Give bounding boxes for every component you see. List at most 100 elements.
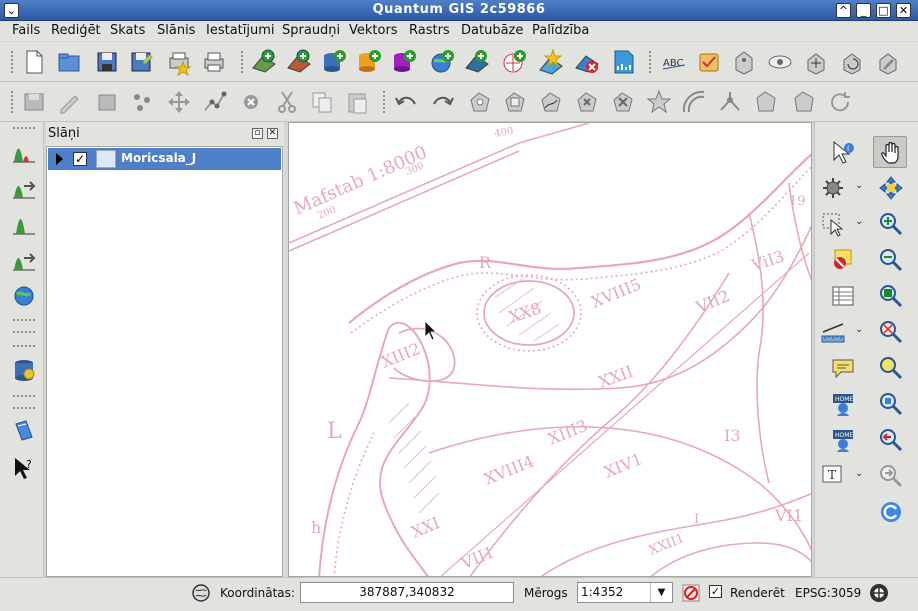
zoom-next-icon[interactable] [877, 462, 905, 490]
save-project-icon[interactable] [93, 48, 121, 76]
node-tool-icon[interactable] [200, 88, 228, 116]
pan-to-selection-icon[interactable] [877, 174, 905, 202]
toolbar-grip[interactable] [382, 90, 386, 114]
cumulative-cut-icon[interactable] [10, 210, 38, 238]
attribute-table-icon[interactable] [829, 282, 857, 310]
paste-features-icon[interactable] [343, 88, 371, 116]
undo-icon[interactable] [393, 88, 421, 116]
menu-skats[interactable]: Skats [110, 23, 145, 38]
histogram-stretch-extent-icon[interactable] [10, 174, 38, 202]
close-panel-icon[interactable]: ✕ [267, 128, 278, 139]
add-wfs-layer-icon[interactable] [500, 48, 528, 76]
identify-features-icon[interactable]: i [829, 138, 857, 166]
add-part-icon[interactable] [501, 88, 529, 116]
measure-line-icon[interactable] [819, 318, 847, 346]
toolbar-grip[interactable] [12, 318, 36, 322]
simplify-feature-icon[interactable] [826, 88, 854, 116]
redo-icon[interactable] [428, 88, 456, 116]
toolbar-grip[interactable] [12, 330, 36, 334]
crs-status[interactable]: EPSG:3059 [795, 586, 861, 600]
local-cumulative-cut-icon[interactable] [10, 246, 38, 274]
copy-features-icon[interactable] [308, 88, 336, 116]
delete-selected-icon[interactable] [237, 88, 265, 116]
database-manager-icon[interactable] [10, 356, 38, 384]
expand-arrow-icon[interactable] [56, 153, 63, 165]
refresh-icon[interactable] [877, 498, 905, 526]
print-icon[interactable] [200, 48, 228, 76]
pan-tool-button[interactable] [873, 136, 907, 168]
rotate-point-symbols-icon[interactable] [789, 88, 817, 116]
chevron-down-icon[interactable]: ⌄ [855, 468, 865, 479]
toolbar-grip[interactable] [12, 394, 36, 398]
layer-item[interactable]: ✓ Moricsala_J [48, 148, 281, 170]
delete-ring-icon[interactable] [573, 88, 601, 116]
show-bookmarks-icon[interactable]: HOME [829, 426, 857, 454]
zoom-out-icon[interactable] [877, 246, 905, 274]
menu-rediget[interactable]: Rediģēt [51, 23, 101, 38]
add-wms-layer-icon[interactable] [428, 48, 456, 76]
toolbar-grip[interactable] [240, 50, 244, 74]
histogram-stretch-icon[interactable] [10, 138, 38, 166]
zoom-full-icon[interactable] [877, 282, 905, 310]
shade-button[interactable]: ^ [836, 3, 851, 18]
label-visibility-icon[interactable] [766, 48, 794, 76]
deselect-features-icon[interactable] [829, 246, 857, 274]
map-canvas[interactable]: Mafstab 1:8000 400 300 200 XVIII5 VII2 X… [288, 122, 812, 577]
minimize-button[interactable]: _ [856, 3, 871, 18]
menu-iestatijumi[interactable]: Iestatījumi [206, 23, 275, 38]
add-postgis-layer-icon[interactable] [320, 48, 348, 76]
chevron-down-icon[interactable]: ⌄ [855, 216, 865, 227]
whats-this-icon[interactable]: ? [10, 454, 38, 482]
save-layer-edits-icon[interactable] [93, 88, 121, 116]
text-annotation-icon[interactable]: T [819, 462, 847, 490]
change-label-icon[interactable] [874, 48, 902, 76]
zoom-to-selection-icon[interactable] [877, 318, 905, 346]
render-checkbox[interactable]: ✓ [709, 585, 722, 598]
layer-tree[interactable]: ✓ Moricsala_J [46, 146, 283, 577]
toggle-editing-icon[interactable] [55, 88, 83, 116]
layer-visibility-checkbox[interactable]: ✓ [73, 152, 87, 166]
new-print-composer-icon[interactable] [165, 48, 193, 76]
open-project-icon[interactable] [55, 48, 83, 76]
crs-projection-icon[interactable] [868, 582, 890, 604]
chevron-down-icon[interactable]: ⌄ [855, 324, 865, 335]
save-edits-icon[interactable] [20, 88, 48, 116]
coordinate-toggle-icon[interactable] [190, 582, 212, 604]
chevron-down-icon[interactable]: ⌄ [855, 180, 865, 191]
toolbar-grip[interactable] [648, 50, 652, 74]
add-wcs-layer-icon[interactable] [463, 48, 491, 76]
remove-layer-icon[interactable] [573, 48, 601, 76]
toolbar-grip[interactable] [12, 406, 36, 410]
split-features-icon[interactable] [716, 88, 744, 116]
cut-features-icon[interactable] [273, 88, 301, 116]
add-mssql-layer-icon[interactable] [390, 48, 418, 76]
toolbar-grip[interactable] [10, 90, 14, 114]
action-gear-icon[interactable] [819, 174, 847, 202]
merge-attributes-icon[interactable] [752, 88, 780, 116]
toolbar-grip[interactable] [10, 50, 14, 74]
new-project-icon[interactable] [20, 48, 48, 76]
close-button[interactable]: ✕ [896, 3, 911, 18]
coordinates-field[interactable]: 387887,340832 [300, 582, 514, 603]
show-hide-labels-icon[interactable] [730, 48, 758, 76]
new-gpx-layer-icon[interactable] [610, 48, 638, 76]
maximize-button[interactable]: □ [876, 3, 891, 18]
labeling-icon[interactable]: ABC [660, 48, 688, 76]
new-shapefile-icon[interactable] [537, 48, 565, 76]
new-bookmark-icon[interactable]: HOME [829, 390, 857, 418]
add-raster-layer-icon[interactable] [285, 48, 313, 76]
move-feature-icon[interactable] [165, 88, 193, 116]
add-feature-icon[interactable] [128, 88, 156, 116]
float-panel-icon[interactable]: ▫ [252, 128, 263, 139]
map-tips-icon[interactable] [829, 354, 857, 382]
help-book-icon[interactable] [10, 418, 38, 446]
merge-features-icon[interactable] [645, 88, 673, 116]
offset-curve-icon[interactable] [680, 88, 708, 116]
add-spatialite-layer-icon[interactable] [355, 48, 383, 76]
toolbar-grip[interactable] [12, 344, 36, 348]
menu-palidziba[interactable]: Palīdzība [532, 23, 589, 38]
zoom-last-icon[interactable] [877, 426, 905, 454]
stop-render-icon[interactable] [681, 583, 701, 603]
globe-icon[interactable] [10, 282, 38, 310]
scale-combo[interactable]: 1:4352 ▼ [577, 582, 673, 603]
